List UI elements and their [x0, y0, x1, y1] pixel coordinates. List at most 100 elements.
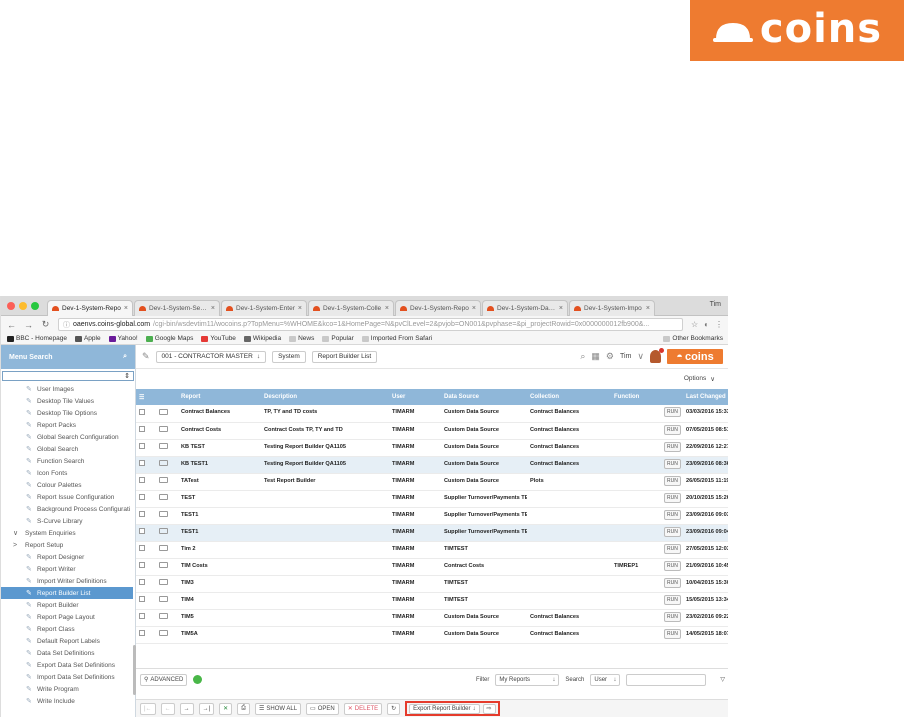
table-row[interactable]: TEST TIMARM Supplier Turnover/Payments TES…	[136, 490, 728, 508]
sidebar-item[interactable]: ✎ Report Writer	[1, 563, 133, 575]
sidebar-item[interactable]: ✎ Global Search	[1, 443, 133, 455]
browser-tab[interactable]: Dev-1-System-Secto ×	[134, 300, 220, 316]
bookmark-item[interactable]: YouTube	[201, 335, 236, 342]
sidebar-item[interactable]: ✎ Report Builder List	[1, 587, 133, 599]
row-checkbox[interactable]	[139, 460, 145, 467]
col-function[interactable]: Function	[611, 389, 661, 405]
grid-icon[interactable]: ▦	[591, 351, 600, 362]
export-select[interactable]: Export Report Builder ↓	[409, 703, 480, 714]
bookmark-item[interactable]: Apple	[74, 335, 101, 342]
table-row[interactable]: TIM3 TIMARMTIMTEST RUN10/04/2015 15:30:41.…	[136, 575, 728, 593]
prev-page-icon[interactable]: ←	[160, 702, 175, 715]
sidebar-item[interactable]: ∨ System Enquiries	[1, 527, 133, 539]
row-checkbox[interactable]	[139, 545, 145, 552]
run-button[interactable]: RUN	[664, 441, 681, 452]
chevron-down-icon[interactable]: ∨	[637, 351, 644, 362]
avatar[interactable]	[650, 348, 664, 363]
star-icon[interactable]: ☆	[691, 320, 698, 329]
row-checkbox[interactable]	[139, 613, 145, 620]
folder-icon[interactable]	[159, 477, 168, 484]
user-menu[interactable]: Tim	[620, 353, 631, 360]
funnel-icon[interactable]: ▽	[720, 676, 725, 683]
filter-select[interactable]: My Reports ↓	[495, 673, 560, 686]
close-tab-icon[interactable]: ×	[211, 305, 215, 312]
sidebar-item[interactable]: ✎ Report Issue Configuration	[1, 491, 133, 503]
folder-icon[interactable]	[159, 494, 168, 501]
row-checkbox[interactable]	[139, 596, 145, 603]
bookmark-item[interactable]: BBC - Homepage	[7, 335, 67, 342]
run-button[interactable]: RUN	[664, 526, 681, 537]
sidebar-item[interactable]: ✎ Desktop Tile Values	[1, 395, 133, 407]
menu-select[interactable]: ⇕	[2, 371, 134, 381]
bookmark-item[interactable]: Google Maps	[145, 335, 193, 342]
folder-icon[interactable]	[159, 579, 168, 586]
run-button[interactable]: RUN	[664, 628, 681, 639]
minimize-window-button[interactable]	[19, 302, 27, 310]
table-row[interactable]: Contract Costs Contract Costs TP, TY and …	[136, 422, 728, 440]
table-row[interactable]: KB TEST Testing Report Builder QA1105 TIMA…	[136, 439, 728, 457]
extension-icon[interactable]: ◐	[704, 320, 709, 329]
close-tab-icon[interactable]: ×	[472, 305, 476, 312]
next-page-icon[interactable]: →	[179, 702, 194, 715]
folder-icon[interactable]	[159, 630, 168, 637]
sidebar-item[interactable]: ✎ Background Process Configurati	[1, 503, 133, 515]
run-button[interactable]: RUN	[664, 458, 681, 469]
run-button[interactable]: RUN	[664, 407, 681, 418]
close-tab-icon[interactable]: ×	[298, 305, 302, 312]
advanced-button[interactable]: ⚲ ADVANCED	[140, 673, 188, 686]
close-tab-icon[interactable]: ×	[646, 305, 650, 312]
folder-icon[interactable]	[159, 511, 168, 518]
row-checkbox[interactable]	[139, 562, 145, 569]
sidebar-item[interactable]: ✎ Colour Palettes	[1, 479, 133, 491]
sidebar-item[interactable]: ✎ Report Builder	[1, 599, 133, 611]
col-last-changed[interactable]: Last Changed	[683, 389, 728, 405]
row-checkbox[interactable]	[139, 511, 145, 518]
run-button[interactable]: RUN	[664, 475, 681, 486]
table-row[interactable]: TEST1 TIMARM Supplier Turnover/Payments TE…	[136, 507, 728, 525]
browser-tab[interactable]: Dev-1-System-Repo ×	[47, 300, 133, 316]
folder-icon[interactable]	[159, 596, 168, 603]
bookmark-item[interactable]: Wikipedia	[243, 335, 281, 342]
go-icon[interactable]: ⇨	[482, 703, 496, 714]
sidebar-item[interactable]: ✎ Desktop Tile Options	[1, 407, 133, 419]
sidebar-item[interactable]: > Report Setup	[1, 539, 133, 551]
sidebar-item[interactable]: ✎ Default Report Labels	[1, 635, 133, 647]
row-checkbox[interactable]	[139, 426, 145, 433]
first-page-icon[interactable]: |←	[140, 702, 156, 715]
forward-icon[interactable]: →	[24, 320, 33, 330]
run-button[interactable]: RUN	[664, 611, 681, 622]
run-button[interactable]: RUN	[664, 424, 681, 435]
table-row[interactable]: TIM Costs TIMARM Contract Costs TIMREP1 RUN 2…	[136, 558, 728, 576]
table-row[interactable]: TIM5 TIMARM Custom Data Source Contract Bal…	[136, 609, 728, 627]
table-row[interactable]: Tim 2 TIMARMTIMTEST RUN27/05/2015 12:03:12…	[136, 541, 728, 559]
search-icon[interactable]: ⌕	[123, 353, 127, 361]
last-page-icon[interactable]: →|	[198, 702, 215, 715]
breadcrumb-system[interactable]: System	[272, 350, 306, 363]
pencil-icon[interactable]: ✎	[142, 351, 150, 362]
run-button[interactable]: RUN	[664, 492, 681, 503]
bookmark-item[interactable]: Imported From Safari	[361, 335, 432, 342]
bookmark-item[interactable]: Yahoo!	[108, 335, 138, 342]
show-all-button[interactable]: ☰ SHOW ALL	[254, 702, 302, 715]
folder-icon[interactable]	[159, 545, 168, 552]
sidebar-item[interactable]: ✎ Report Class	[1, 623, 133, 635]
col-description[interactable]: Description	[261, 389, 389, 405]
browser-tab[interactable]: Dev-1-System-Impo ×	[569, 300, 655, 316]
menu-icon[interactable]: ⋮	[715, 320, 723, 329]
sidebar-item[interactable]: ✎ User Images	[1, 383, 133, 395]
other-bookmarks[interactable]: Other Bookmarks	[663, 335, 723, 342]
folder-icon[interactable]	[159, 408, 168, 415]
search-field-select[interactable]: User ↓	[590, 673, 621, 686]
row-checkbox[interactable]	[139, 477, 145, 484]
close-tab-icon[interactable]: ×	[559, 305, 563, 312]
sidebar-item[interactable]: ✎ S-Curve Library	[1, 515, 133, 527]
back-icon[interactable]: ←	[7, 320, 16, 330]
run-button[interactable]: RUN	[664, 543, 681, 554]
folder-icon[interactable]	[159, 460, 168, 467]
table-row[interactable]: TEST1 TIMARM Supplier Turnover/Payments TE…	[136, 524, 728, 542]
table-row[interactable]: TIM5A TIMARM Custom Data Source Contract Ba…	[136, 626, 728, 644]
options-menu[interactable]: Options ∨	[136, 369, 728, 388]
browser-tab[interactable]: Dev-1-System-Repo ×	[395, 300, 481, 316]
col-data-source[interactable]: Data Source	[441, 389, 527, 405]
breadcrumb-page[interactable]: Report Builder List	[311, 350, 378, 363]
